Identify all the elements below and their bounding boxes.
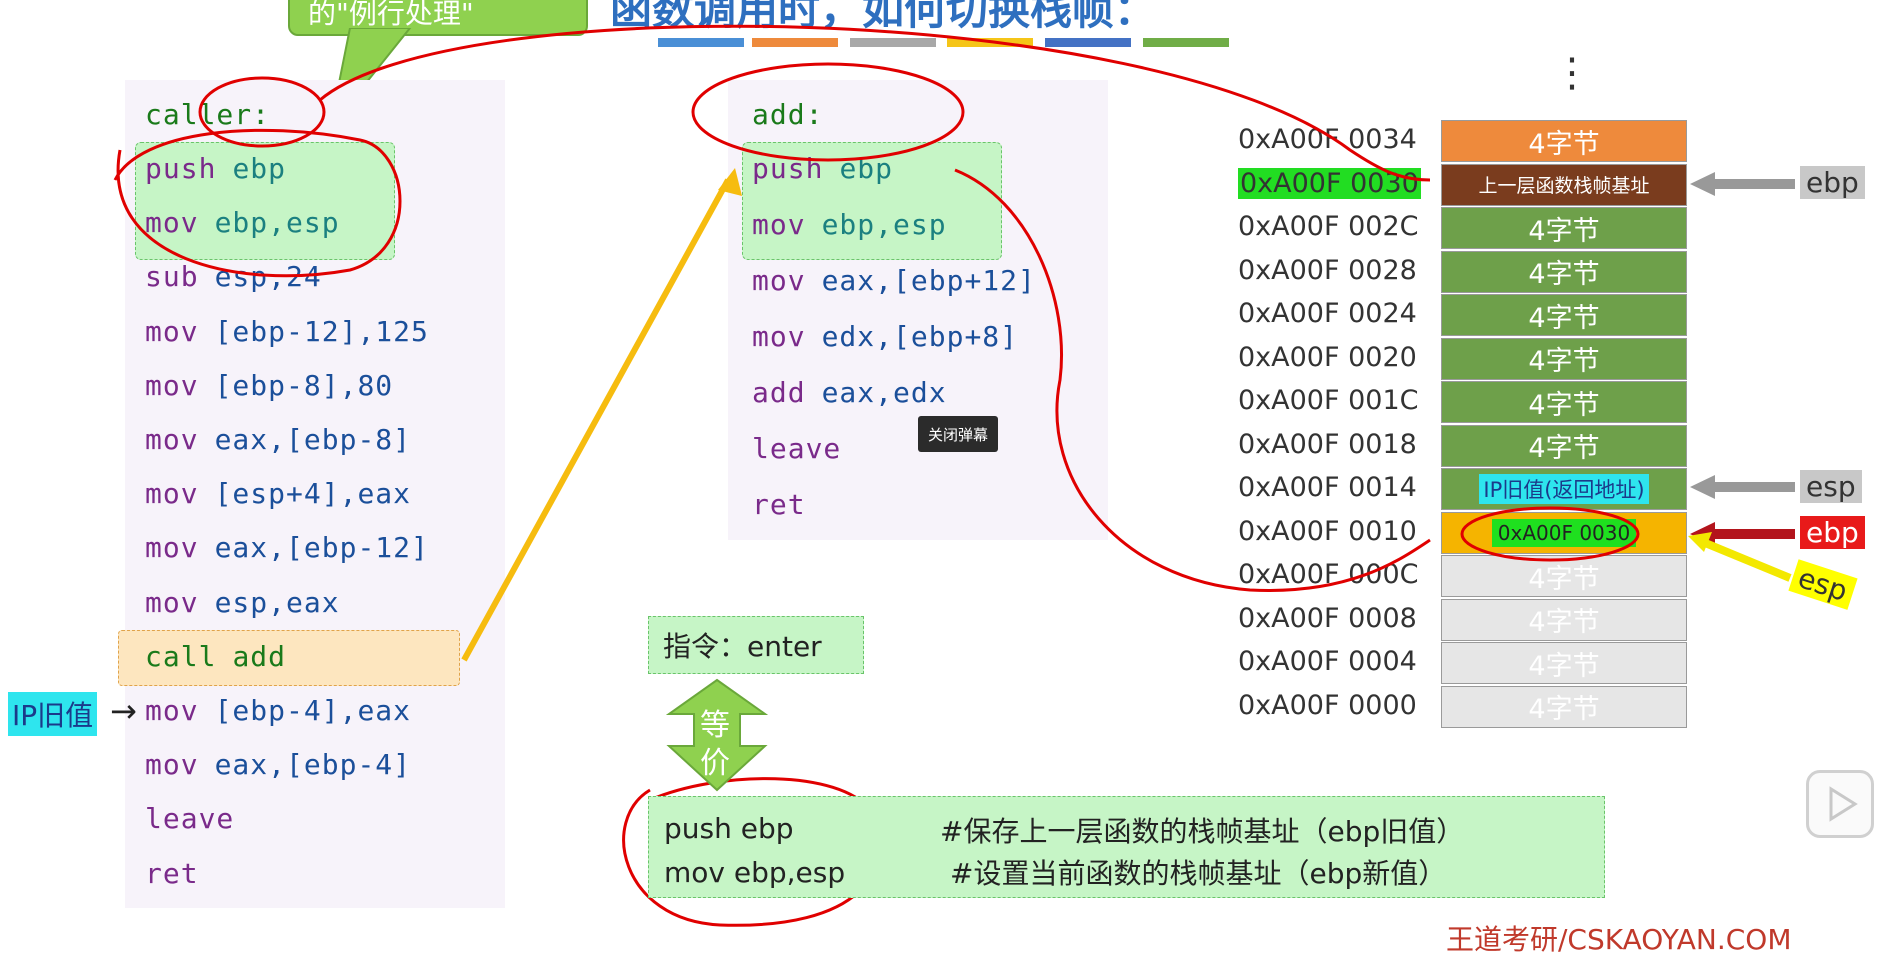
- esp-old-arrow-icon: [1690, 475, 1795, 499]
- esp-new-arrow-icon: [1696, 536, 1792, 582]
- annotation-circle-caller-prologue: [113, 128, 402, 278]
- annotation-circle-value: [1460, 506, 1640, 562]
- arrows-layer: [113, 24, 1795, 927]
- equiv-code-line-1: push ebp: [664, 812, 794, 845]
- annotation-circle-caller: [198, 76, 326, 148]
- call-arrow-icon: [461, 178, 731, 662]
- watermark: 王道考研/CSKAOYAN.COM: [1446, 923, 1792, 956]
- play-icon: [1829, 786, 1858, 822]
- enter-instruction-box: 指令：enter: [648, 616, 864, 674]
- equivalence-bottom-text: 价: [700, 746, 730, 781]
- equiv-code-line-2: mov ebp,esp: [664, 856, 846, 889]
- equiv-comment-line-2: #设置当前函数的栈帧基址（ebp新值）: [950, 857, 1447, 890]
- equiv-comment-line-1: #保存上一层函数的栈帧基址（ebp旧值）: [940, 815, 1465, 848]
- annotation-link-push: [954, 168, 1431, 592]
- ebp-old-arrow-icon: [1690, 172, 1795, 196]
- play-button[interactable]: [1806, 770, 1874, 838]
- annotation-circle-add: [691, 62, 965, 162]
